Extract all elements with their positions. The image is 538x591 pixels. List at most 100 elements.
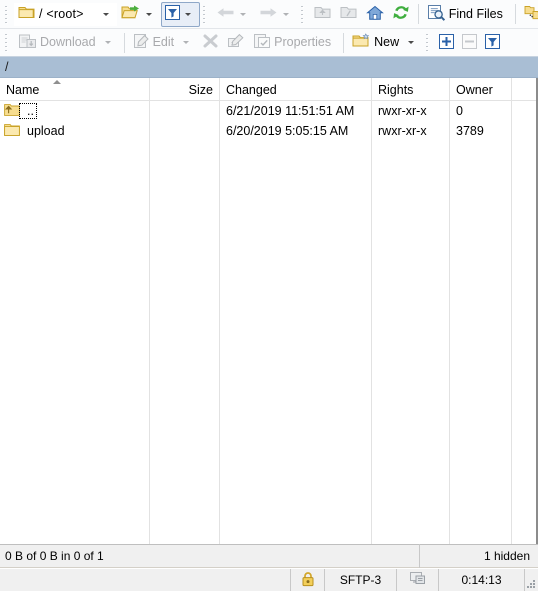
- chevron-down-icon: [183, 41, 190, 44]
- find-files-label: Find Files: [448, 6, 503, 21]
- current-path-bar[interactable]: /: [0, 57, 538, 78]
- column-header-changed[interactable]: Changed: [220, 78, 372, 101]
- column-header-name[interactable]: Name: [0, 78, 150, 101]
- file-size-cell: [150, 101, 220, 121]
- parent-directory-button: [310, 2, 336, 27]
- download-icon: [18, 33, 37, 53]
- padlock-icon: [301, 571, 315, 590]
- new-button[interactable]: New: [348, 30, 423, 55]
- column-header-rights[interactable]: Rights: [372, 78, 450, 101]
- file-operations-toolbar: Download Edit Properties New: [0, 29, 538, 57]
- sort-ascending-icon: [52, 80, 61, 84]
- toolbar-grip[interactable]: [4, 4, 11, 24]
- column-header-size[interactable]: Size: [150, 78, 220, 101]
- folder-icon: [18, 5, 35, 23]
- grid-line-owner: [511, 78, 512, 544]
- rename-icon: x: [227, 33, 245, 52]
- folder-up-icon: [314, 5, 332, 23]
- rename-button: x: [223, 30, 249, 55]
- file-changed-cell: 6/20/2019 5:05:15 AM: [226, 124, 349, 138]
- find-files-button[interactable]: Find Files: [423, 2, 511, 27]
- hidden-files-count[interactable]: 1 hidden: [420, 544, 538, 568]
- chevron-down-icon[interactable]: [102, 12, 109, 16]
- session-duration-label: 0:14:13: [461, 573, 502, 587]
- table-row[interactable]: upload 6/20/2019 5:05:15 AM rwxr-xr-x 37…: [0, 121, 536, 141]
- file-rights-cell: rwxr-xr-x: [378, 124, 427, 138]
- winscp-file-panel-window: / <root> Find Files Download Edit Proper…: [0, 0, 538, 591]
- refresh-button[interactable]: [388, 2, 414, 27]
- file-size-cell: [150, 121, 220, 141]
- delete-x-icon: [202, 33, 219, 52]
- filter-select-icon: [485, 33, 501, 52]
- toolbar-separator-4: [343, 32, 345, 53]
- toolbar-separator-2: [514, 4, 516, 24]
- toolbar-grip-3[interactable]: [299, 4, 307, 24]
- file-list-status-bar: 0 B of 0 B in 0 of 1 1 hidden: [0, 544, 538, 568]
- column-header-owner[interactable]: Owner: [450, 78, 512, 101]
- forward-button: [255, 2, 298, 27]
- open-directory-button[interactable]: [117, 2, 161, 27]
- properties-icon: [253, 33, 271, 52]
- file-rights-cell: rwxr-xr-x: [378, 104, 427, 118]
- home-directory-button[interactable]: [362, 2, 388, 27]
- find-files-icon: [427, 4, 446, 24]
- column-header-size-label: Size: [188, 82, 213, 97]
- column-header-name-label: Name: [6, 82, 40, 97]
- path-combobox-value: / <root>: [39, 7, 84, 21]
- toolbar-separator-3: [123, 32, 125, 53]
- chevron-down-icon: [239, 12, 246, 16]
- chevron-down-icon: [104, 41, 111, 44]
- path-combobox[interactable]: / <root>: [14, 2, 117, 26]
- current-path-text: /: [5, 60, 9, 74]
- root-directory-button: [336, 2, 362, 27]
- connection-icon: [409, 571, 426, 589]
- remote-file-list-panel[interactable]: Name Size Changed Rights Owner .. 6/21/2…: [0, 78, 538, 544]
- column-header-owner-label: Owner: [456, 82, 493, 97]
- synchronize-browsing-icon: [524, 5, 538, 24]
- file-name-label: ..: [27, 103, 34, 118]
- properties-label: Properties: [274, 35, 332, 50]
- download-button: Download: [14, 30, 120, 55]
- chevron-down-icon: [282, 12, 289, 16]
- select-filter-button[interactable]: [481, 30, 504, 55]
- home-icon: [365, 5, 384, 24]
- filter-icon: [164, 5, 180, 23]
- grid-line-rights: [449, 78, 450, 544]
- file-name-label: upload: [27, 123, 65, 138]
- column-header-rights-label: Rights: [378, 82, 414, 97]
- file-name-wrap[interactable]: upload: [20, 124, 67, 139]
- address-toolbar: / <root> Find Files: [0, 0, 538, 29]
- back-button: [212, 2, 255, 27]
- refresh-icon: [392, 4, 410, 24]
- download-label: Download: [40, 35, 96, 50]
- chevron-down-icon[interactable]: [408, 41, 415, 44]
- grid-line-name: [149, 78, 150, 544]
- chevron-down-icon[interactable]: [184, 12, 191, 16]
- file-list-rows: .. 6/21/2019 11:51:51 AM rwxr-xr-x 0 upl…: [0, 101, 536, 141]
- protocol-label: SFTP-3: [339, 573, 382, 587]
- window-status-bar: SFTP-3 0:14:13: [0, 568, 538, 591]
- folder-up-icon: [4, 103, 20, 120]
- new-label: New: [374, 35, 400, 50]
- protocol-indicator[interactable]: SFTP-3: [324, 569, 396, 591]
- toolbar-grip-4[interactable]: [4, 33, 11, 52]
- connection-indicator[interactable]: [396, 569, 438, 591]
- open-directory-icon: [121, 4, 141, 24]
- chevron-down-icon[interactable]: [145, 12, 152, 16]
- synchronize-browsing-button[interactable]: [520, 2, 538, 27]
- table-row[interactable]: .. 6/21/2019 11:51:51 AM rwxr-xr-x 0: [0, 101, 536, 121]
- session-duration-indicator: 0:14:13: [438, 569, 524, 591]
- delete-button: [198, 30, 223, 55]
- secure-connection-indicator[interactable]: [290, 569, 324, 591]
- toolbar-grip-5[interactable]: [425, 33, 433, 52]
- column-header-spacer: [512, 78, 536, 101]
- toolbar-grip-2[interactable]: [201, 4, 209, 24]
- file-name-focus[interactable]: ..: [19, 102, 37, 120]
- folder-icon: [4, 123, 20, 140]
- select-add-button[interactable]: [435, 30, 458, 55]
- filter-button[interactable]: [160, 1, 200, 27]
- new-folder-icon: [352, 33, 371, 52]
- toolbar-separator: [417, 4, 419, 24]
- column-header-changed-label: Changed: [226, 82, 277, 97]
- window-resize-grip[interactable]: [524, 569, 538, 591]
